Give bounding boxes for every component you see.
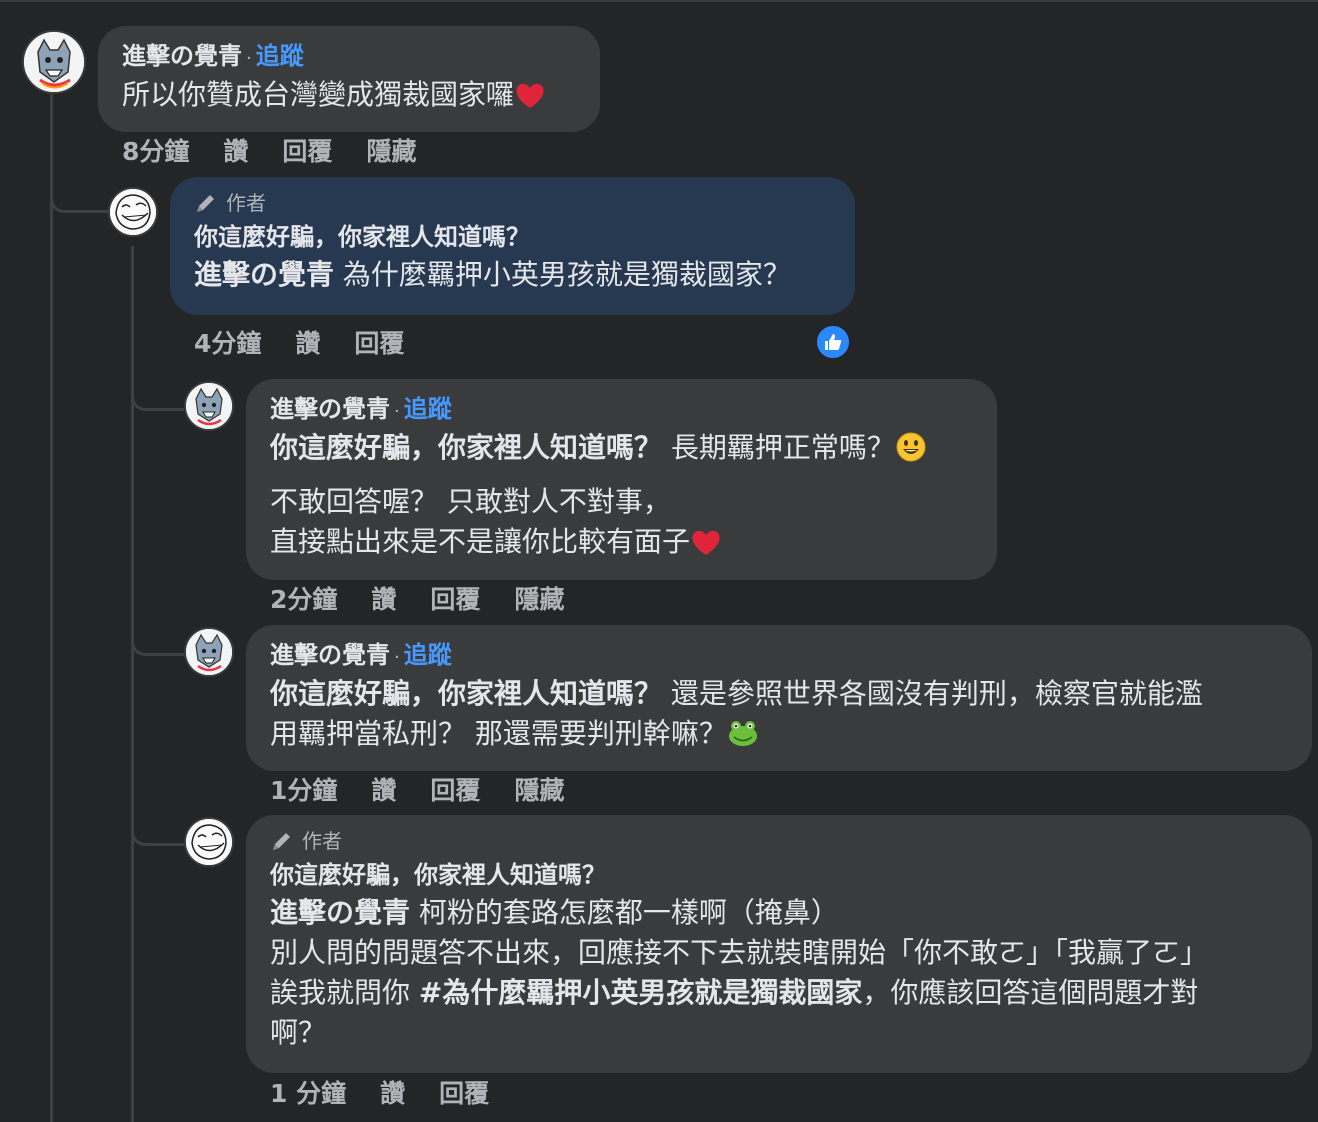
comment-body: 用羈押當私刑？ 那還需要判刑幹嘛？ — [270, 717, 727, 750]
reply-button[interactable]: 回覆 — [430, 585, 480, 615]
reply-button[interactable]: 回覆 — [430, 776, 480, 806]
heart-icon — [516, 83, 544, 108]
reply-body: 別人問的問題答不出來，回應接不下去就裝瞎開始「你不敢ㄛ」「我贏了ㄛ」 — [270, 936, 1209, 969]
timestamp[interactable]: 4分鐘 — [194, 329, 261, 359]
commenter-name[interactable]: 進擊の覺青 — [270, 641, 390, 669]
timestamp[interactable]: 8分鐘 — [122, 137, 189, 167]
separator-dot: · — [394, 401, 400, 422]
reply-button[interactable]: 回覆 — [282, 137, 332, 167]
comment-actions: 8分鐘 讚 回覆 隱藏 — [122, 137, 416, 167]
reply-body: 啊？ — [270, 1016, 327, 1049]
comment-body: 所以你贊成台灣變成獨裁國家囉 — [122, 78, 515, 111]
comment-header: 進擊の覺青 · 追蹤 — [122, 40, 576, 75]
timestamp[interactable]: 2分鐘 — [270, 585, 337, 615]
mention-link[interactable]: 進擊の覺青 — [194, 258, 334, 291]
comment-actions: 1 分鐘 讚 回覆 — [270, 1079, 489, 1109]
like-button[interactable]: 讚 — [295, 329, 320, 359]
comment-actions: 2分鐘 讚 回覆 隱藏 — [270, 585, 564, 615]
heart-icon — [692, 530, 720, 555]
avatar[interactable] — [184, 627, 234, 677]
comment-text: 你這麼好騙，你家裡人知道嗎？ 還是參照世界各國沒有判刑，檢察官就能濫 — [270, 674, 1288, 714]
mention-link[interactable]: 進擊の覺青 — [270, 896, 410, 929]
thread-line-nested — [131, 246, 134, 1122]
quoted-name[interactable]: 你這麼好騙，你家裡人知道嗎？ — [194, 219, 831, 255]
quoted-name[interactable]: 你這麼好騙，你家裡人知道嗎？ — [270, 677, 662, 710]
comment-text: 你這麼好騙，你家裡人知道嗎？ 長期羈押正常嗎？ — [270, 428, 973, 468]
author-badge-row: 作者 — [270, 827, 1288, 855]
comment-body: 還是參照世界各國沒有判刑，檢察官就能濫 — [662, 677, 1203, 710]
comment-text: 直接點出來是不是讓你比較有面子 — [270, 522, 973, 562]
thumbs-up-icon — [825, 334, 842, 350]
avatar[interactable] — [108, 187, 158, 237]
reply-body: ，你應該回答這個問題才對 — [862, 976, 1199, 1009]
reply-body: 誒我就問你 — [270, 976, 419, 1009]
wolf-avatar-icon — [186, 629, 232, 675]
comment-body: 長期羈押正常嗎？ — [662, 431, 895, 464]
hashtag-link[interactable]: #為什麼羈押小英男孩就是獨裁國家 — [419, 976, 862, 1009]
timestamp[interactable]: 1 分鐘 — [270, 1079, 346, 1109]
hide-button[interactable]: 隱藏 — [514, 776, 564, 806]
commenter-name[interactable]: 進擊の覺青 — [122, 42, 242, 70]
reply-body: 柯粉的套路怎麼都一樣啊（掩鼻） — [410, 896, 839, 929]
thread-branch — [131, 625, 184, 656]
comment-header: 進擊の覺青 · 追蹤 — [270, 393, 973, 428]
wolf-avatar-icon — [24, 32, 84, 92]
thread-line-main — [50, 92, 53, 1122]
timestamp[interactable]: 1分鐘 — [270, 776, 337, 806]
wolf-avatar-icon — [186, 383, 232, 429]
author-reply-bubble: 作者 你這麼好騙，你家裡人知道嗎？ 進擊の覺青 柯粉的套路怎麼都一樣啊（掩鼻） … — [246, 815, 1312, 1073]
pencil-icon — [197, 195, 214, 212]
troll-face-avatar-icon — [110, 189, 156, 235]
like-button[interactable]: 讚 — [380, 1079, 405, 1109]
reply-button[interactable]: 回覆 — [439, 1079, 489, 1109]
reply-text: 誒我就問你 #為什麼羈押小英男孩就是獨裁國家，你應該回答這個問題才對 — [270, 973, 1288, 1013]
comment-actions: 1分鐘 讚 回覆 隱藏 — [270, 776, 564, 806]
separator-dot: · — [246, 48, 252, 69]
author-reply-bubble: 作者 你這麼好騙，你家裡人知道嗎？ 進擊の覺青 為什麼羈押小英男孩就是獨裁國家？ — [170, 177, 855, 315]
avatar[interactable] — [22, 30, 86, 94]
quoted-name[interactable]: 你這麼好騙，你家裡人知道嗎？ — [270, 857, 1288, 893]
follow-link[interactable]: 追蹤 — [404, 641, 452, 669]
comment-bubble: 進擊の覺青 · 追蹤 你這麼好騙，你家裡人知道嗎？ 還是參照世界各國沒有判刑，檢察官… — [246, 625, 1312, 771]
commenter-name[interactable]: 進擊の覺青 — [270, 395, 390, 423]
avatar[interactable] — [184, 381, 234, 431]
comment-text: 所以你贊成台灣變成獨裁國家囉 — [122, 75, 576, 115]
follow-link[interactable]: 追蹤 — [404, 395, 452, 423]
quoted-name[interactable]: 你這麼好騙，你家裡人知道嗎？ — [270, 431, 662, 464]
comment-text: 用羈押當私刑？ 那還需要判刑幹嘛？ — [270, 714, 1288, 754]
reply-button[interactable]: 回覆 — [354, 329, 404, 359]
troll-face-avatar-icon — [186, 819, 232, 865]
comment-body: 不敢回答喔？ 只敢對人不對事， — [270, 485, 671, 518]
comment-actions: 4分鐘 讚 回覆 — [194, 329, 404, 359]
pencil-icon — [273, 833, 290, 850]
like-reaction-badge[interactable] — [815, 324, 851, 360]
follow-link[interactable]: 追蹤 — [256, 42, 304, 70]
author-badge: 作者 — [226, 191, 266, 215]
separator-dot: · — [394, 647, 400, 668]
top-divider — [0, 0, 1318, 2]
reply-body: 為什麼羈押小英男孩就是獨裁國家？ — [334, 258, 791, 291]
thread-branch — [131, 380, 184, 411]
comment-header: 進擊の覺青 · 追蹤 — [270, 639, 1288, 674]
like-button[interactable]: 讚 — [223, 137, 248, 167]
hide-button[interactable]: 隱藏 — [514, 585, 564, 615]
reply-text: 進擊の覺青 為什麼羈押小英男孩就是獨裁國家？ — [194, 255, 831, 295]
thread-branch — [50, 180, 108, 213]
like-button[interactable]: 讚 — [371, 585, 396, 615]
avatar[interactable] — [184, 817, 234, 867]
thread-branch — [131, 815, 184, 846]
like-button[interactable]: 讚 — [371, 776, 396, 806]
author-badge: 作者 — [302, 829, 342, 853]
hide-button[interactable]: 隱藏 — [366, 137, 416, 167]
reply-text: 進擊の覺青 柯粉的套路怎麼都一樣啊（掩鼻） — [270, 893, 1288, 933]
comment-body: 直接點出來是不是讓你比較有面子 — [270, 525, 691, 558]
author-badge-row: 作者 — [194, 189, 831, 217]
comment-bubble: 進擊の覺青 · 追蹤 你這麼好騙，你家裡人知道嗎？ 長期羈押正常嗎？ 不敢回答喔？ … — [246, 379, 997, 580]
smile-emoji — [896, 432, 926, 462]
frog-emoji — [728, 721, 757, 746]
comment-bubble: 進擊の覺青 · 追蹤 所以你贊成台灣變成獨裁國家囉 — [98, 26, 600, 132]
